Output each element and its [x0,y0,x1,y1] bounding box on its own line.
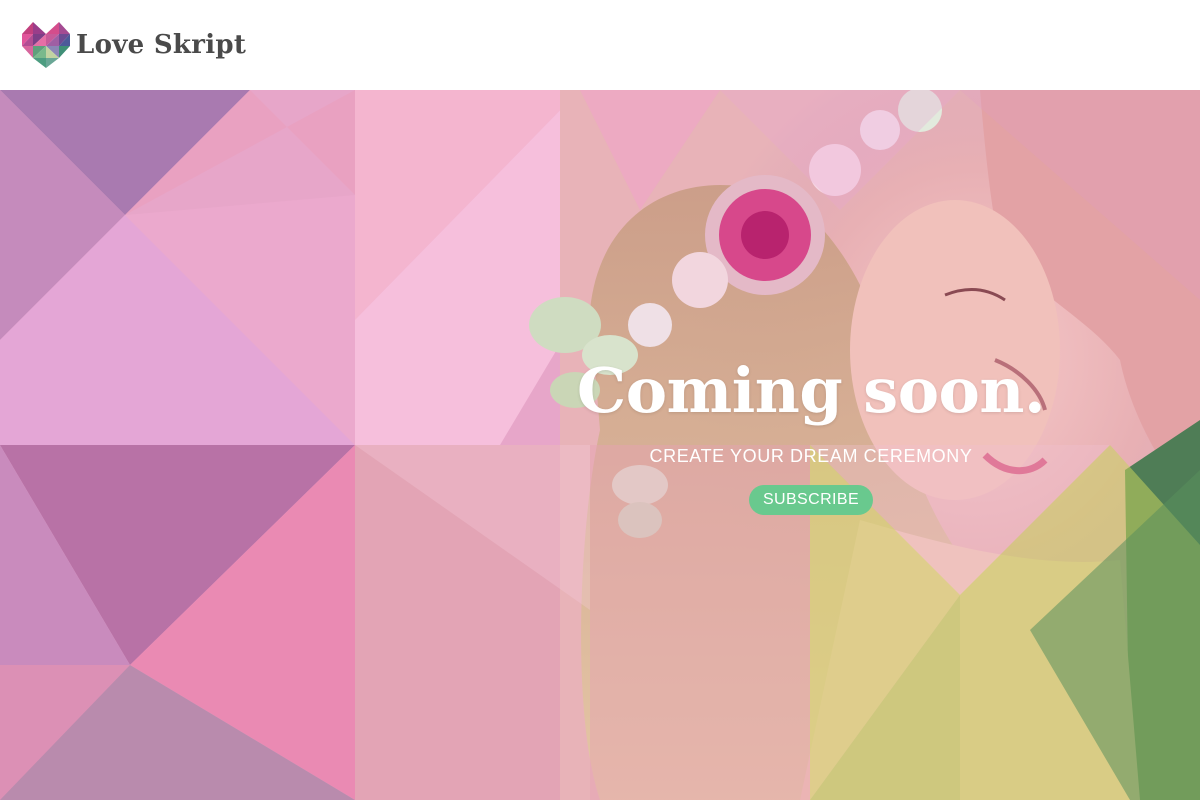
hero-section: Coming soon. CREATE YOUR DREAM CEREMONY … [0,90,1200,800]
page: Love Skript Coming soon. CREATE YOUR DRE… [0,0,1200,800]
hero-title: Coming soon. [576,354,1046,427]
brand-name: Love Skript [76,30,247,60]
site-header: Love Skript [0,0,1200,90]
brand-logo-link[interactable]: Love Skript [20,20,246,70]
subscribe-button[interactable]: SUBSCRIBE [748,485,874,515]
hero-subtitle: CREATE YOUR DREAM CEREMONY [649,446,973,466]
hero-content: Coming soon. CREATE YOUR DREAM CEREMONY … [563,360,1059,515]
heart-mosaic-icon [22,22,70,68]
